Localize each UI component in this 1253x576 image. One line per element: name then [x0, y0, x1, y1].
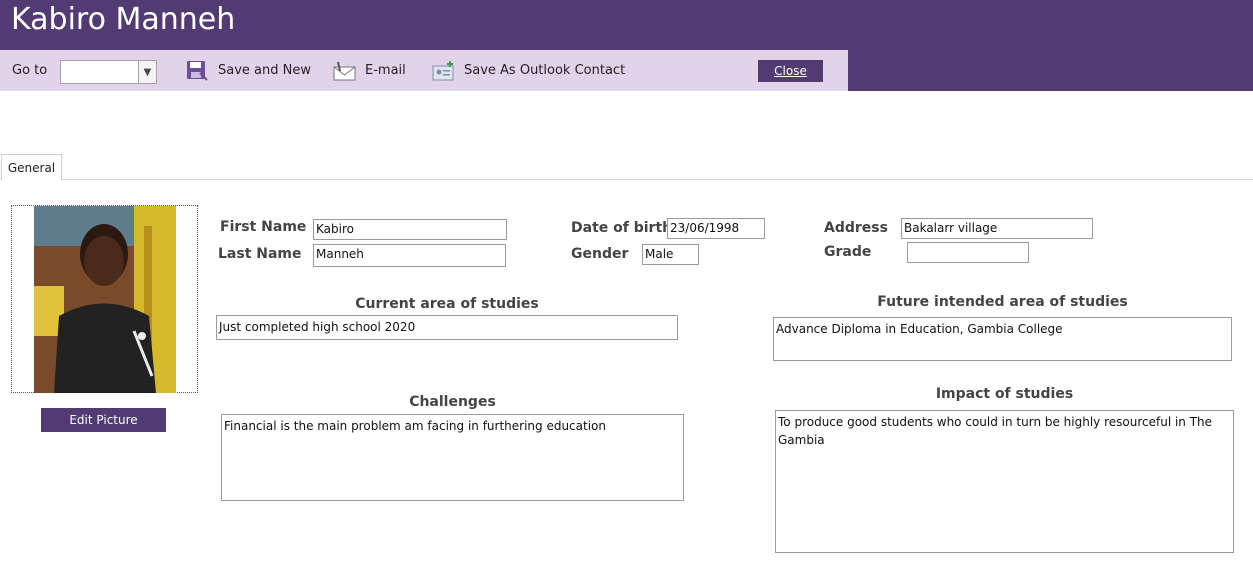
contact-card-icon	[432, 60, 456, 82]
dob-field[interactable]: 23/06/1998	[667, 218, 765, 239]
goto-label: Go to	[12, 50, 47, 91]
page-title: Kabiro Manneh	[11, 2, 236, 37]
save-and-new-label: Save and New	[218, 63, 311, 78]
impact-label: Impact of studies	[935, 386, 1074, 402]
close-button[interactable]: Close	[758, 60, 823, 82]
outlook-contact-label: Save As Outlook Contact	[464, 63, 626, 78]
save-as-outlook-contact-button[interactable]: Save As Outlook Contact	[432, 50, 625, 91]
first-name-label: First Name	[220, 219, 307, 235]
goto-label-text: Go to	[12, 63, 48, 78]
grade-label: Grade	[824, 244, 872, 260]
tab-divider	[0, 179, 1253, 180]
current-studies-field[interactable]: Just completed high school 2020	[216, 315, 678, 340]
email-label: E-mail	[365, 63, 406, 78]
impact-field[interactable]: To produce good students who could in tu…	[775, 410, 1234, 553]
email-icon	[333, 60, 357, 82]
email-button[interactable]: E-mail	[333, 50, 406, 91]
avatar	[34, 206, 176, 393]
dob-label: Date of birth	[571, 220, 673, 236]
chevron-down-icon[interactable]: ▼	[138, 61, 156, 83]
challenges-label: Challenges	[409, 394, 496, 410]
current-studies-label: Current area of studies	[355, 296, 539, 312]
gender-field[interactable]: Male	[642, 244, 699, 265]
first-name-field[interactable]: Kabiro	[313, 219, 507, 240]
save-icon	[186, 60, 210, 82]
tab-general[interactable]: General	[1, 154, 62, 180]
goto-select[interactable]: ▼	[60, 60, 157, 84]
address-field[interactable]: Bakalarr village	[901, 218, 1093, 239]
address-label: Address	[824, 220, 888, 236]
photo-frame[interactable]	[11, 205, 198, 393]
gender-label: Gender	[571, 246, 629, 262]
grade-field[interactable]	[907, 242, 1029, 263]
last-name-field[interactable]: Manneh	[313, 244, 506, 267]
edit-picture-button[interactable]: Edit Picture	[41, 408, 166, 432]
last-name-label: Last Name	[218, 246, 302, 262]
challenges-field[interactable]: Financial is the main problem am facing …	[221, 414, 684, 501]
future-studies-label: Future intended area of studies	[877, 294, 1128, 310]
save-and-new-button[interactable]: Save and New	[186, 50, 311, 91]
toolbar: Go to ▼ Save and New E-mail Save As Outl…	[0, 50, 848, 91]
future-studies-field[interactable]: Advance Diploma in Education, Gambia Col…	[773, 317, 1232, 361]
